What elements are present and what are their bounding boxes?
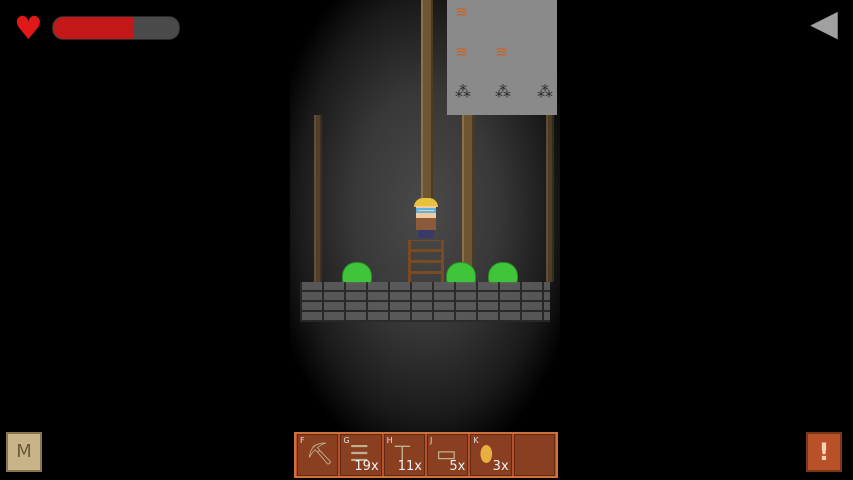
slot-key: K <box>473 436 479 445</box>
wall-beam <box>546 115 554 282</box>
wall-beam <box>314 115 322 282</box>
copper-ore-icon: ≋ <box>455 2 469 21</box>
player-miner <box>410 198 442 240</box>
coal-ore-icon: ⁂ <box>495 82 511 101</box>
miner-glasses <box>416 208 436 213</box>
miner-legs <box>418 230 434 238</box>
slime-enemy[interactable] <box>446 262 476 284</box>
copper-ore-icon: ≋ <box>455 42 469 61</box>
slot-key: F <box>300 436 305 445</box>
map-label: M <box>16 441 32 462</box>
coal-ore-icon: ⁂ <box>537 82 553 101</box>
map-button[interactable]: M <box>6 432 42 472</box>
slime-enemy[interactable] <box>342 262 372 284</box>
slot-count: 19x <box>354 459 379 474</box>
toolbar-slot-empty[interactable] <box>513 434 555 476</box>
inventory-toolbar: F ⛏ G ☰ 19x H ⊤ 11x J ▭ 5x K ⬮ 3x <box>294 432 558 478</box>
toolbar-slot-torch[interactable]: K ⬮ 3x <box>470 434 512 476</box>
torch-icon: ⬮ <box>479 442 494 467</box>
support-beam <box>462 115 474 282</box>
support-beam <box>421 0 433 200</box>
health-bar <box>52 16 180 40</box>
toolbar-slot-platform[interactable]: J ▭ 5x <box>426 434 469 476</box>
ladder[interactable] <box>408 240 444 282</box>
toolbar-slot-ladder[interactable]: G ☰ 19x <box>340 434 382 476</box>
copper-ore-icon: ≋ <box>495 42 509 61</box>
pickaxe-icon: ⛏ <box>306 442 334 467</box>
ore-block[interactable]: ≋ ≋ ≋ ⁂ ⁂ ⁂ <box>447 0 557 115</box>
heart-icon: ♥ <box>14 9 43 47</box>
slot-key: J <box>429 436 433 445</box>
slot-count: 5x <box>449 459 466 474</box>
slot-count: 11x <box>397 459 422 474</box>
health-bar-fill <box>53 17 134 39</box>
brick-floor <box>300 282 550 322</box>
game-scene[interactable]: ≋ ≋ ≋ ⁂ ⁂ ⁂ <box>0 0 853 480</box>
alert-label: ! <box>818 438 830 466</box>
back-button[interactable]: ◀ <box>804 6 844 42</box>
slot-count: 3x <box>492 459 509 474</box>
slime-enemy[interactable] <box>488 262 518 284</box>
alert-button[interactable]: ! <box>806 432 842 472</box>
coal-ore-icon: ⁂ <box>455 82 471 101</box>
toolbar-slot-pickaxe[interactable]: F ⛏ <box>297 434 339 476</box>
miner-body <box>416 218 436 230</box>
toolbar-slot-support-beam[interactable]: H ⊤ 11x <box>383 434 425 476</box>
